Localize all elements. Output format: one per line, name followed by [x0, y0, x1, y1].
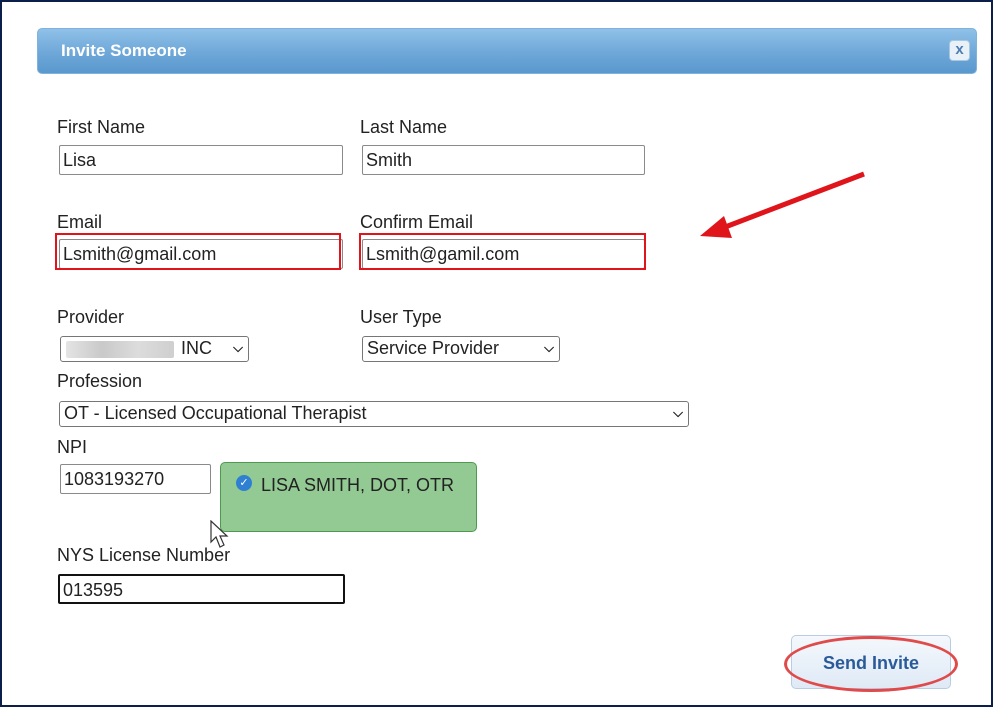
- chevron-down-icon: ⌵: [233, 340, 243, 355]
- close-button[interactable]: x: [949, 40, 970, 61]
- dialog-title: Invite Someone: [61, 41, 187, 60]
- last-name-input[interactable]: Smith: [362, 145, 645, 175]
- chevron-down-icon: ⌵: [544, 340, 554, 355]
- provider-selected-value: INC: [181, 338, 212, 358]
- first-name-label: First Name: [57, 117, 146, 137]
- confirm-email-label: Confirm Email: [360, 212, 474, 232]
- email-highlight-box: [55, 233, 341, 270]
- user-type-select[interactable]: Service Provider ⌵: [362, 336, 560, 362]
- user-type-label: User Type: [360, 307, 442, 327]
- chevron-down-icon: ⌵: [673, 405, 683, 420]
- email-label: Email: [57, 212, 103, 232]
- npi-label: NPI: [57, 437, 88, 457]
- dialog-titlebar: Invite Someone x: [37, 28, 977, 74]
- profession-select[interactable]: OT - Licensed Occupational Therapist ⌵: [59, 401, 689, 427]
- npi-input[interactable]: 1083193270: [60, 464, 211, 494]
- provider-label: Provider: [57, 307, 125, 327]
- checkmark-icon: ✓: [236, 475, 252, 491]
- redacted-provider-name: [66, 341, 174, 358]
- license-input[interactable]: 013595: [58, 574, 345, 604]
- first-name-input[interactable]: Lisa: [59, 145, 343, 175]
- annotation-arrow-icon: [700, 171, 865, 238]
- user-type-selected-value: Service Provider: [367, 338, 500, 358]
- send-invite-button[interactable]: Send Invite: [791, 635, 951, 689]
- profession-label: Profession: [57, 371, 143, 391]
- confirm-email-highlight-box: [359, 233, 646, 270]
- provider-select[interactable]: INC ⌵: [60, 336, 249, 362]
- close-icon: x: [955, 41, 964, 58]
- last-name-label: Last Name: [360, 117, 448, 137]
- dialog-frame: Invite Someone x First Name Lisa Last Na…: [0, 0, 993, 707]
- license-label: NYS License Number: [57, 545, 231, 565]
- profession-selected-value: OT - Licensed Occupational Therapist: [64, 403, 367, 423]
- npi-verified-name: LISA SMITH, DOT, OTR: [261, 475, 455, 495]
- npi-verified-badge: ✓ LISA SMITH, DOT, OTR: [220, 462, 477, 532]
